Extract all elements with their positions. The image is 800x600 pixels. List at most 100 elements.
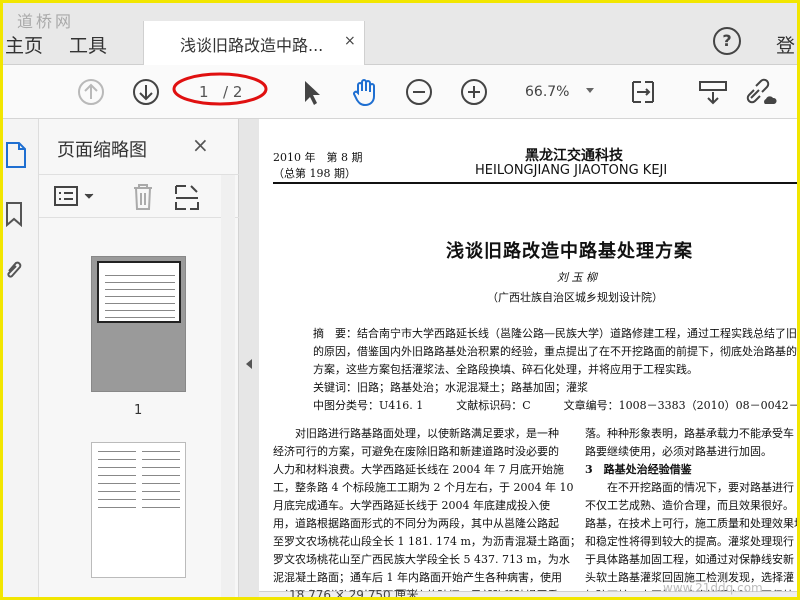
body-text-line: 工，整条路 4 个标段施工工期为 2 个月左右，于 2004 年 10 [273,481,574,494]
journal-name-en: HEILONGJIANG JIAOTONG KEJI [475,163,668,178]
article-author: 刘 玉 柳 [557,271,597,284]
zoom-dropdown-chevron-icon[interactable] [586,88,594,93]
panel-toolbar [39,174,239,218]
panel-scrollbar[interactable] [221,175,235,597]
select-tool-button[interactable] [295,76,327,108]
zoom-out-button[interactable] [403,76,435,108]
zoom-in-button[interactable] [458,76,490,108]
tools-tab[interactable]: 工具 [69,31,107,58]
page-thumbnail-1[interactable] [91,256,186,392]
thumbnail-text-line [98,467,136,468]
thumbnail-text-line [105,317,175,318]
close-panel-icon[interactable]: × [192,133,209,157]
bookmark-icon[interactable] [5,201,23,227]
thumbnail-text-line [105,303,175,304]
issue-number: 2010 年 第 8 期 [273,151,363,164]
thumbnail-text-line [142,491,180,492]
thumbnail-text-line [98,451,136,452]
thumbnail-text-line [98,499,136,500]
split-page-icon[interactable] [173,182,201,212]
thumbnail-text-line [142,507,180,508]
thumbnail-text-line [142,451,180,452]
abstract-line: 摘 要：结合南宁市大学西路延长线（邕隆公路—民族大学）道路修建工程，通过工程实践… [313,327,797,340]
thumbnail-text-line [142,475,180,476]
thumbnail-text-line [105,296,175,297]
app-window: 道桥网 主页 工具 浅谈旧路改造中路... × ? 登 1 / 2 66.7% … [0,0,800,600]
body-text-line: 经济可行的方案，可避免在废除旧路和新建道路时没必要的 [273,445,559,458]
fit-page-icon [632,81,654,103]
author-affiliation: （广西壮族自治区城乡规划设计院） [487,291,663,304]
left-navigation-rail [3,119,39,597]
collapse-left-arrow-icon[interactable] [246,359,252,369]
document-tab[interactable]: 浅谈旧路改造中路... × [143,21,365,65]
hand-icon [353,79,375,107]
header-rule [273,182,797,184]
body-text-line: 在不开挖路面的情况下，要对路基进行 [585,481,794,494]
body-text-line: 落。种种形象表明，路基承载力不能承受车 [585,427,794,440]
zoom-level-value[interactable]: 66.7% [525,84,569,100]
hand-tool-button[interactable] [349,76,381,108]
toolbar: 1 / 2 [3,65,797,119]
scroll-mode-button[interactable] [697,76,729,108]
body-text-line: 人力和材料浪费。大学西路延长线在 2004 年 7 月底开始施 [273,463,564,476]
abstract-line: 方案，这些方案包括灌浆法、全路段换填、碎石化处理，并将应用于工程实践。 [313,363,698,376]
body-text-line: 对旧路进行路基路面处理，以使新路满足要求，是一种 [273,427,559,440]
document-page-view[interactable]: 2010 年 第 8 期 （总第 198 期） 黑龙江交通科技 HEILONGJ… [259,119,800,597]
login-link[interactable]: 登 [776,31,795,58]
page-thumbnail-1-label: 1 [134,403,143,418]
thumbnail-text-line [142,467,180,468]
issue-total-number: （总第 198 期） [273,167,356,180]
keywords-line: 关键词：旧路；路基处治；水泥混凝土；路基加固；灌浆 [313,381,588,394]
article-title: 浅谈旧路改造中路基处理方案 [446,241,693,262]
thumbnail-text-line [98,507,136,508]
body-text-line: 月底完成通车。大学西路延长线于 2004 年底建成投入使 [273,499,550,512]
body-text-line: 用，道路根据路面形式的不同分为两段，其中从邕隆公路起 [273,517,559,530]
thumbnail-text-line [98,459,136,460]
keyboard-scroll-icon [699,81,727,105]
next-page-button[interactable] [130,76,162,108]
thumbnail-text-line [142,459,180,460]
plus-circle-icon [461,79,487,105]
body-text-line: 不仅工艺成熟、造价合理，而且效果很好。 [585,499,794,512]
close-tab-icon[interactable]: × [344,33,356,49]
home-tab[interactable]: 主页 [5,31,43,58]
panel-title: 页面缩略图 [57,140,147,161]
arrow-up-circle-icon [78,79,104,105]
watermark-url-text: www.21ddq.com [663,581,763,595]
thumbnail-text-line [98,491,136,492]
page-fit-button[interactable] [627,76,659,108]
journal-name-cn: 黑龙江交通科技 [525,148,623,164]
document-tab-title: 浅谈旧路改造中路... [180,36,324,55]
tab-bar: 道桥网 主页 工具 浅谈旧路改造中路... × ? 登 [3,3,797,65]
previous-page-button[interactable] [75,76,107,108]
thumbnail-text-line [98,475,136,476]
page-thumbnail-2[interactable] [91,442,186,578]
classification-line: 中图分类号：U416. 1 文献标识码：C 文章编号：1008－3383（201… [313,399,800,412]
arrow-down-circle-icon [133,79,159,105]
attachment-icon[interactable] [5,257,23,283]
thumbnail-text-line [98,483,136,484]
body-text-line: 泥混凝土路面；通车后 1 年内路面开始产生各种病害，使用 [273,571,562,584]
body-text-line: 至罗文农场桃花山段全长 1 181. 174 m，为沥青混凝土路面； [273,535,581,548]
body-text-line: 和稳定性将得到较大的提高。灌浆处理现行 [585,535,794,548]
body-text-line: 于具体路基加固工程，如通过对保静线安新 [585,553,794,566]
thumbnail-text-line [105,289,175,290]
help-button[interactable]: ? [713,27,741,55]
page-thumbnails-panel: 页面缩略图 × 1 [39,119,239,597]
thumbnail-options-icon[interactable] [53,184,99,210]
link-cloud-icon [746,78,777,104]
delete-page-icon[interactable] [131,182,155,212]
watermark-logo-text: 道桥网 [17,12,75,31]
section-heading: 3 路基处治经验借鉴 [585,463,692,476]
body-text-line: 罗文农场桃花山至广西民族大学段全长 5 437. 713 m，为水 [273,553,570,566]
visible-area-highlight [97,261,181,323]
abstract-line: 的原因，借鉴国内外旧路路基处治积累的经验，重点提出了在不开挖路面的前提下，彻底处… [313,345,797,358]
thumbnail-text-line [105,275,175,276]
page-size-readout: 18.776 × 29.750 厘米 [289,588,419,600]
thumbnail-text-line [105,282,175,283]
share-link-button[interactable] [745,76,777,108]
panel-collapse-handle[interactable] [239,119,259,597]
thumbnail-text-line [142,483,180,484]
minus-circle-icon [406,79,432,105]
page-thumbnails-icon[interactable] [5,141,27,169]
